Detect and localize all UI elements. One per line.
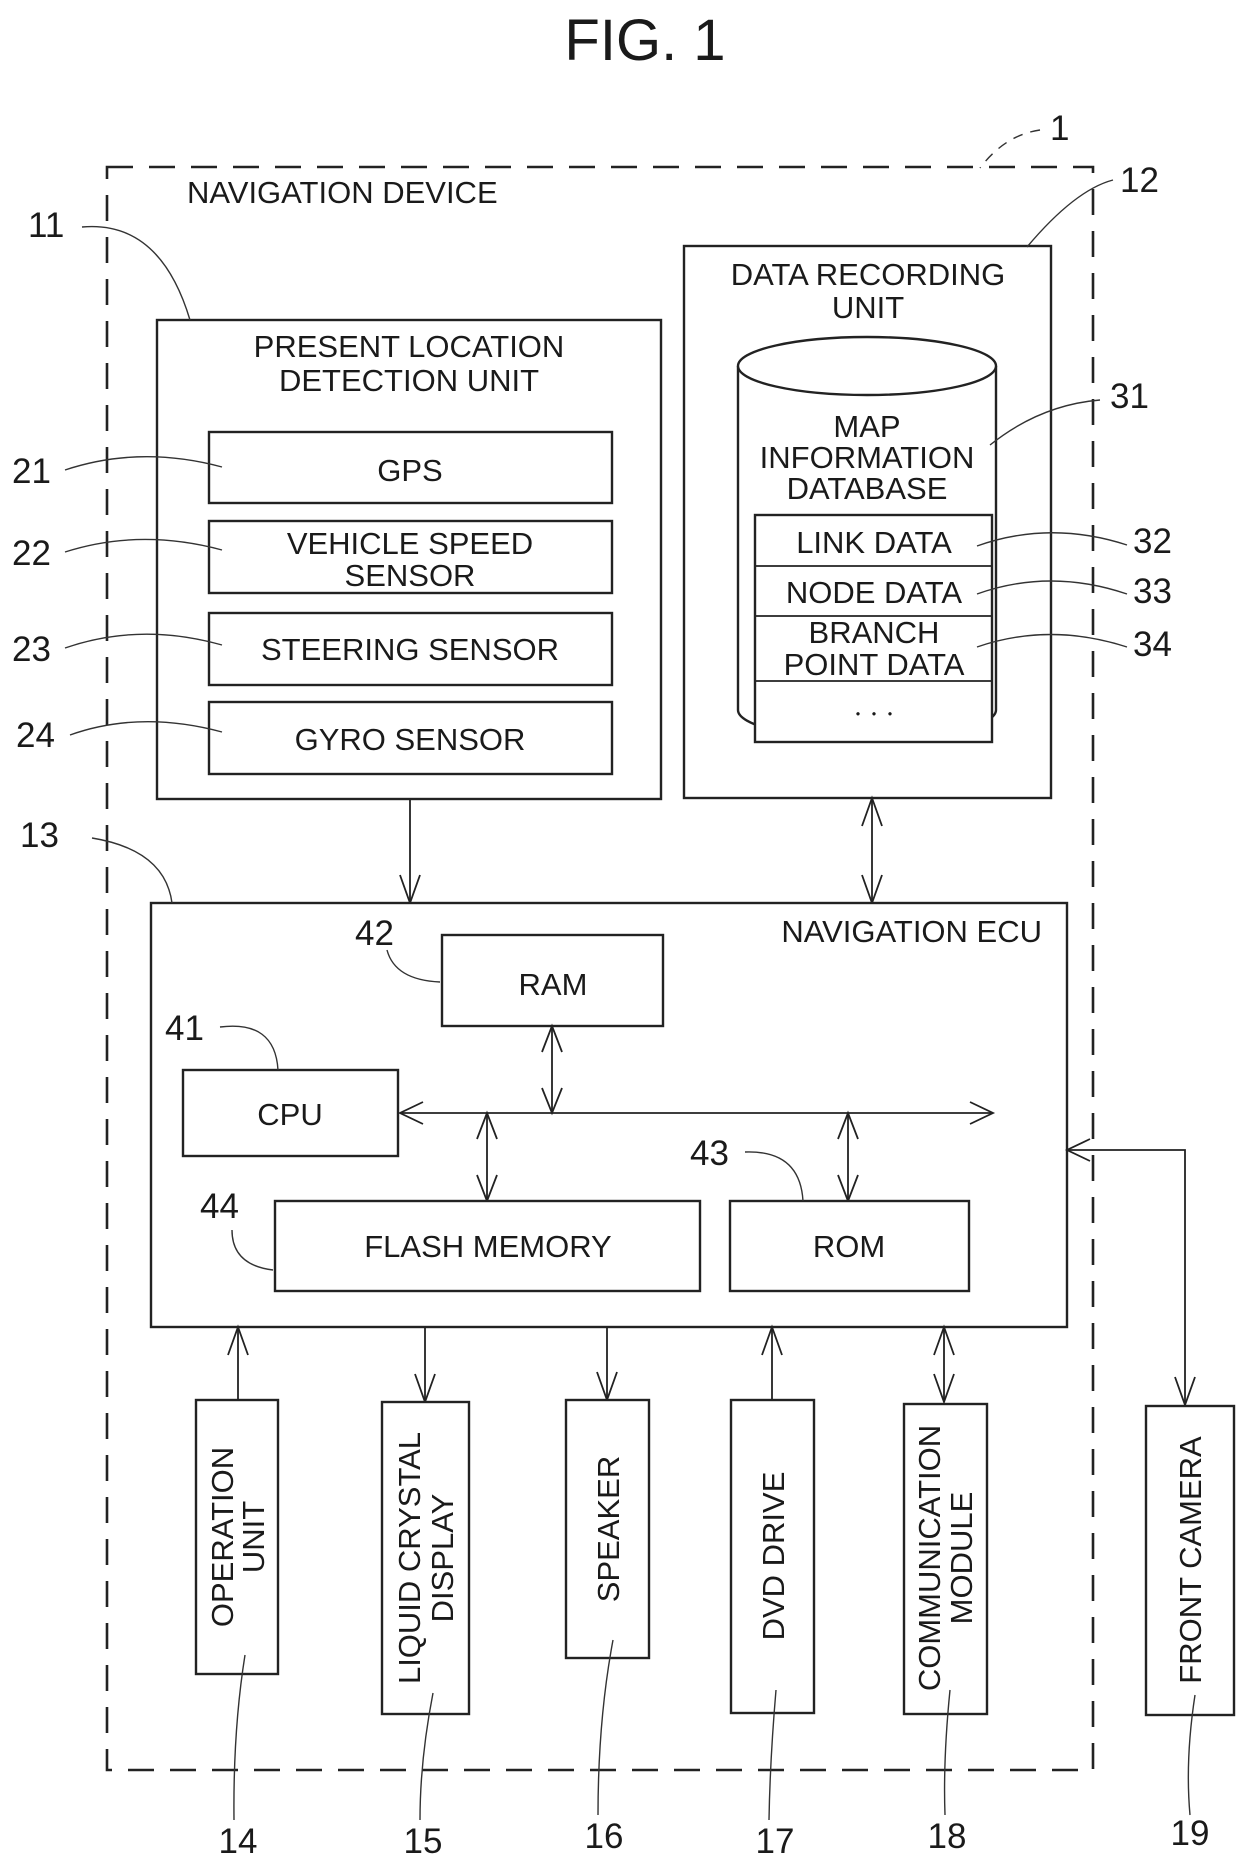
db-row-node-data: NODE DATA bbox=[786, 575, 963, 610]
ref-cpu: 41 bbox=[165, 1009, 204, 1048]
navigation-device-label: NAVIGATION DEVICE bbox=[187, 175, 498, 210]
db-row-link-data: LINK DATA bbox=[796, 525, 952, 560]
leader-operation-unit bbox=[233, 1654, 246, 1821]
arrow-pld-to-ecu bbox=[399, 799, 421, 906]
dvd-drive-label: DVD DRIVE bbox=[756, 1472, 791, 1641]
ref-link-data: 32 bbox=[1133, 522, 1172, 561]
cpu-label: CPU bbox=[257, 1097, 322, 1132]
comm-module-line1: COMMUNICATION bbox=[912, 1425, 947, 1691]
flash-memory-label: FLASH MEMORY bbox=[364, 1229, 611, 1264]
sensor-gps: GPS bbox=[207, 430, 614, 505]
leader-speaker bbox=[597, 1639, 614, 1816]
db-title-line3: DATABASE bbox=[787, 471, 948, 506]
sensor-gps-label: GPS bbox=[377, 453, 442, 488]
db-title-line2: INFORMATION bbox=[760, 440, 975, 475]
sensor-vehicle-speed-line2: SENSOR bbox=[345, 558, 476, 593]
sensor-gyro: GYRO SENSOR bbox=[207, 700, 614, 776]
peripheral-front-camera: FRONT CAMERA bbox=[1144, 1404, 1236, 1717]
ref-comm-module: 18 bbox=[928, 1817, 967, 1856]
ref-rom: 43 bbox=[690, 1134, 729, 1173]
ref-dvd-drive: 17 bbox=[756, 1822, 795, 1857]
db-row-branch-line2: POINT DATA bbox=[784, 647, 965, 682]
ecu-label: NAVIGATION ECU bbox=[781, 914, 1042, 949]
ref-ecu: 13 bbox=[20, 816, 59, 855]
ref-steering: 23 bbox=[12, 630, 51, 669]
ref-device: 1 bbox=[1050, 109, 1069, 148]
peripheral-dvd-drive: DVD DRIVE bbox=[729, 1398, 816, 1715]
arrow-camera-ecu-bidirectional bbox=[1064, 1138, 1196, 1408]
lcd-line1: LIQUID CRYSTAL bbox=[392, 1432, 427, 1684]
dru-title-line1: DATA RECORDING bbox=[731, 257, 1005, 292]
arrow-dru-ecu-bidirectional bbox=[861, 795, 883, 906]
db-row-ellipsis: ・・・ bbox=[850, 707, 898, 724]
ram-label: RAM bbox=[519, 967, 588, 1002]
peripheral-operation-unit: OPERATION UNIT bbox=[194, 1398, 280, 1676]
navigation-device-block-diagram: FIG. 1 NAVIGATION DEVICE 1 PRESENT LOCAT… bbox=[12, 8, 1236, 1857]
pld-title-line1: PRESENT LOCATION bbox=[254, 329, 565, 364]
comm-module-line2: MODULE bbox=[944, 1492, 979, 1625]
peripheral-communication-module: COMMUNICATION MODULE bbox=[902, 1402, 989, 1716]
leader-ecu bbox=[91, 837, 173, 904]
db-title-line1: MAP bbox=[833, 409, 900, 444]
rom-label: ROM bbox=[813, 1229, 885, 1264]
sensor-vehicle-speed: VEHICLE SPEED SENSOR bbox=[207, 519, 614, 595]
sensor-steering-label: STEERING SENSOR bbox=[261, 632, 559, 667]
front-camera-label: FRONT CAMERA bbox=[1173, 1436, 1208, 1684]
ref-ram: 42 bbox=[355, 914, 394, 953]
sensor-gyro-label: GYRO SENSOR bbox=[295, 722, 526, 757]
arrow-comm-ecu-bidirectional bbox=[933, 1324, 955, 1405]
speaker-label: SPEAKER bbox=[591, 1456, 626, 1602]
leader-device bbox=[979, 129, 1041, 169]
lcd-line2: DISPLAY bbox=[425, 1494, 460, 1623]
peripheral-lcd: LIQUID CRYSTAL DISPLAY bbox=[380, 1400, 471, 1716]
ref-branch-data: 34 bbox=[1133, 625, 1172, 664]
ref-gps: 21 bbox=[12, 452, 51, 491]
ref-lcd: 15 bbox=[404, 1822, 443, 1857]
arrow-ecu-to-lcd bbox=[414, 1327, 436, 1405]
ref-gyro: 24 bbox=[16, 716, 55, 755]
ref-vehicle-speed: 22 bbox=[12, 534, 51, 573]
sensor-steering: STEERING SENSOR bbox=[207, 611, 614, 687]
ref-pld: 11 bbox=[28, 206, 64, 245]
ref-flash: 44 bbox=[200, 1187, 239, 1226]
ref-speaker: 16 bbox=[585, 1817, 624, 1856]
ref-front-camera: 19 bbox=[1171, 1814, 1210, 1853]
leader-pld bbox=[81, 225, 191, 321]
operation-unit-line2: UNIT bbox=[236, 1501, 271, 1573]
operation-unit-line1: OPERATION bbox=[205, 1447, 240, 1627]
peripheral-speaker: SPEAKER bbox=[564, 1398, 651, 1660]
db-row-branch-line1: BRANCH bbox=[809, 615, 940, 650]
arrow-ecu-to-speaker bbox=[596, 1327, 618, 1403]
leader-dru bbox=[1026, 179, 1114, 248]
arrow-dvd-to-ecu bbox=[761, 1324, 783, 1400]
pld-title-line2: DETECTION UNIT bbox=[279, 363, 539, 398]
ref-node-data: 33 bbox=[1133, 572, 1172, 611]
figure-title: FIG. 1 bbox=[564, 8, 725, 73]
sensor-vehicle-speed-line1: VEHICLE SPEED bbox=[287, 526, 533, 561]
ref-db: 31 bbox=[1110, 377, 1149, 416]
ref-dru: 12 bbox=[1120, 161, 1159, 200]
dru-title-line2: UNIT bbox=[832, 290, 904, 325]
ref-operation-unit: 14 bbox=[219, 1822, 258, 1857]
arrow-operation-to-ecu bbox=[227, 1324, 249, 1400]
